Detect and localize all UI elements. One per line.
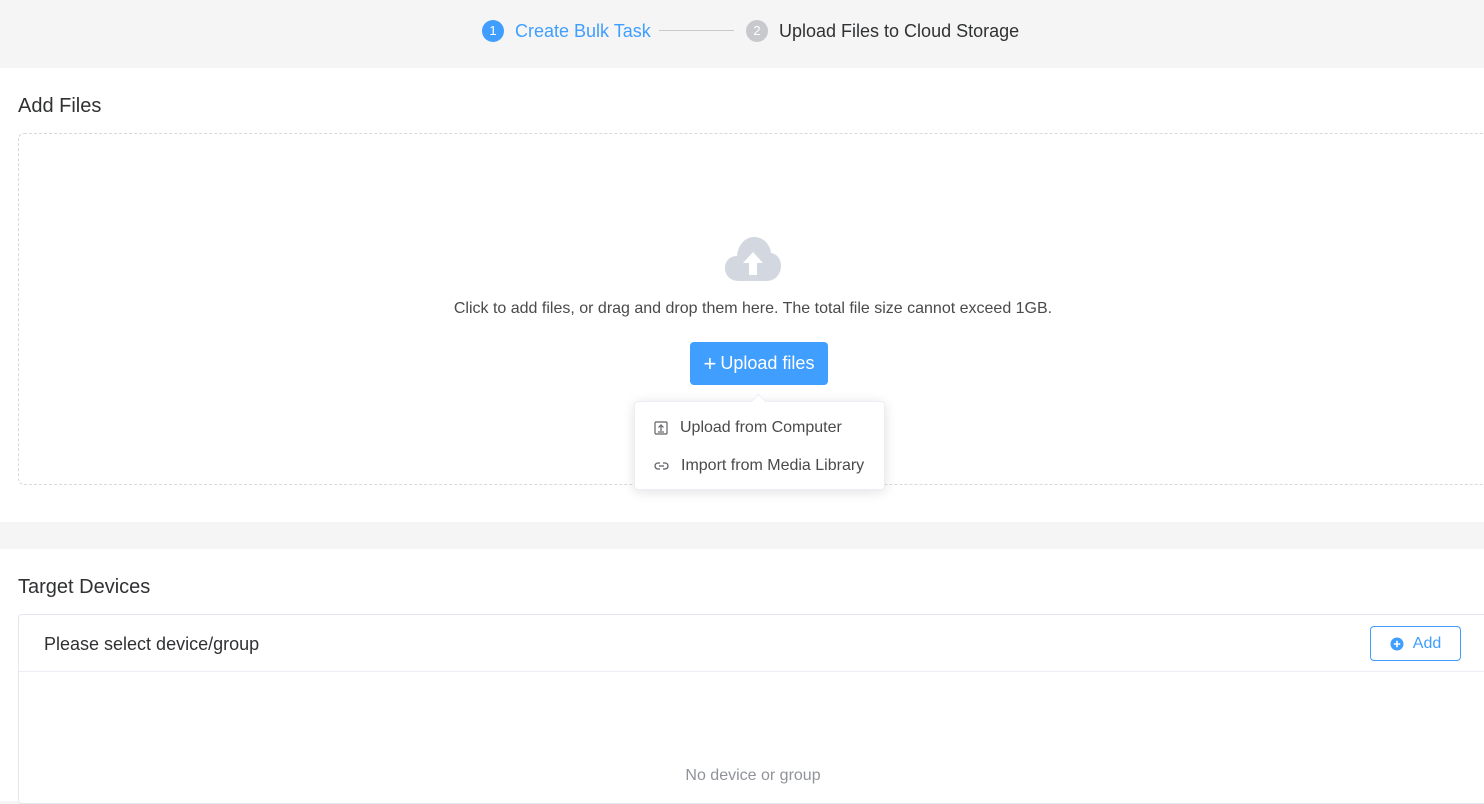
add-files-title: Add Files: [18, 95, 102, 117]
upload-box-icon: [654, 421, 668, 435]
step-create-bulk-task: 1 Create Bulk Task: [482, 19, 651, 43]
upload-files-button[interactable]: + Upload files: [690, 342, 828, 385]
plus-icon: +: [703, 350, 717, 376]
devices-panel: Please select device/group Add No device…: [18, 614, 1484, 804]
step-number: 2: [746, 20, 768, 42]
step-number: 1: [482, 20, 504, 42]
plus-circle-icon: [1390, 637, 1404, 650]
step-connector: [659, 30, 734, 31]
cloud-upload-icon: [725, 237, 781, 281]
dropzone-hint: Click to add files, or drag and drop the…: [453, 300, 1053, 317]
step-label: Create Bulk Task: [515, 20, 651, 41]
menu-item-import-from-media-library[interactable]: Import from Media Library: [635, 447, 884, 485]
step-upload-files: 2 Upload Files to Cloud Storage: [746, 19, 1019, 43]
upload-dropdown-menu: Upload from Computer Import from Media L…: [634, 393, 885, 490]
menu-item-label: Import from Media Library: [681, 457, 865, 474]
menu-item-upload-from-computer[interactable]: Upload from Computer: [635, 409, 884, 447]
target-devices-section: Target Devices Please select device/grou…: [0, 549, 1484, 804]
add-button-label: Add: [1412, 634, 1442, 652]
menu-item-label: Upload from Computer: [680, 419, 842, 436]
link-icon: [654, 462, 669, 470]
upload-files-label: Upload files: [720, 353, 815, 373]
devices-panel-header: Please select device/group Add: [19, 615, 1484, 672]
step-label: Upload Files to Cloud Storage: [779, 20, 1020, 41]
target-devices-title: Target Devices: [18, 576, 151, 598]
add-device-button[interactable]: Add: [1370, 626, 1461, 661]
empty-state-text: No device or group: [685, 767, 821, 784]
stepper: 1 Create Bulk Task 2 Upload Files to Clo…: [0, 0, 1484, 68]
device-select-label: Please select device/group: [44, 634, 260, 654]
